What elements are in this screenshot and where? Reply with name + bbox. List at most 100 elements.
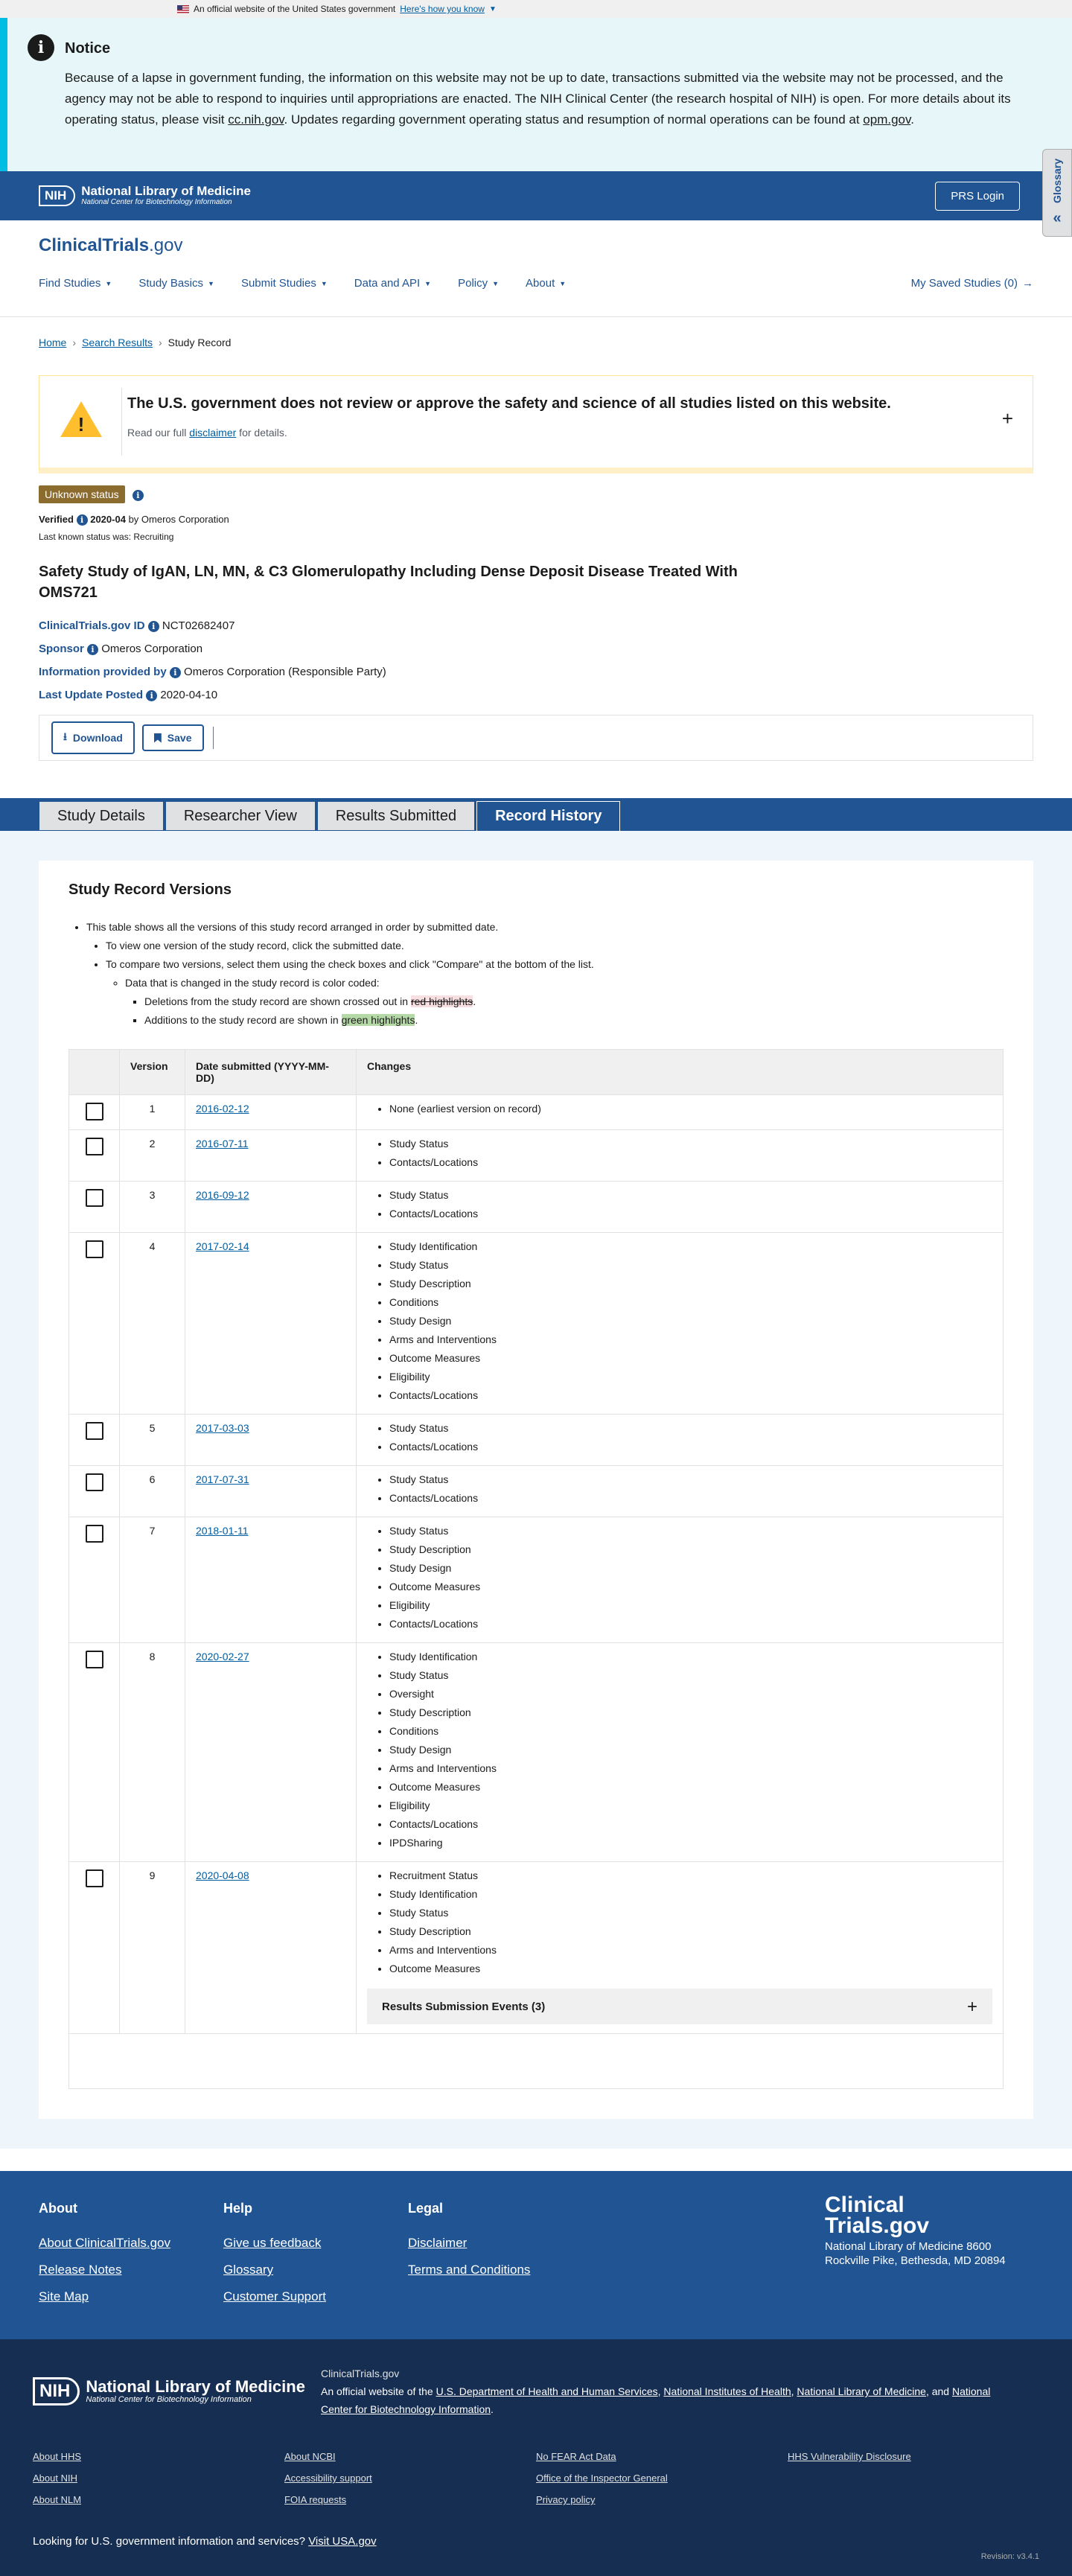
deletions-note: Deletions from the study record are show… — [144, 992, 1004, 1011]
footer-link[interactable]: Release Notes — [39, 2263, 223, 2277]
opm-link[interactable]: opm.gov — [863, 112, 910, 127]
version-date-link[interactable]: 2016-09-12 — [196, 1189, 249, 1201]
footer-link[interactable]: Site Map — [39, 2289, 223, 2304]
date-header: Date submitted (YYYY-MM-DD) — [185, 1049, 357, 1095]
download-button[interactable]: ⭳ Download — [51, 721, 135, 755]
version-checkbox[interactable] — [86, 1525, 103, 1543]
info-icon[interactable]: i — [87, 643, 99, 655]
version-date-link[interactable]: 2017-07-31 — [196, 1473, 249, 1485]
expand-plus-icon[interactable]: + — [1002, 407, 1013, 430]
nav-study-basics[interactable]: Study Basics ▼ — [138, 277, 214, 290]
change-item: Contacts/Locations — [389, 1438, 992, 1456]
footer-link[interactable]: HHS Vulnerability Disclosure — [788, 2451, 1039, 2462]
nav-data-api[interactable]: Data and API ▼ — [354, 277, 431, 290]
nlm-logo[interactable]: NIH National Library of Medicine Nationa… — [39, 185, 251, 207]
version-number: 7 — [119, 1517, 185, 1643]
nih-logo-mark: NIH — [33, 2377, 80, 2406]
tab-results-submitted[interactable]: Results Submitted — [316, 801, 476, 832]
record-intro: This table shows all the versions of thi… — [68, 918, 1004, 1030]
info-icon[interactable]: i — [147, 620, 159, 632]
footer-link[interactable]: About NCBI — [284, 2451, 536, 2462]
version-checkbox[interactable] — [86, 1138, 103, 1156]
us-flag-icon — [177, 4, 189, 13]
chevron-down-icon: ▼ — [105, 279, 112, 287]
version-date-link[interactable]: 2016-07-11 — [196, 1138, 249, 1150]
disclaimer-link[interactable]: disclaimer — [189, 427, 236, 439]
cc-nih-link[interactable]: cc.nih.gov — [228, 112, 284, 127]
breadcrumb-current: Study Record — [168, 337, 232, 348]
table-row: 6 2017-07-31 Study StatusContacts/Location… — [68, 1465, 1004, 1517]
hhs-link[interactable]: U.S. Department of Health and Human Serv… — [436, 2385, 658, 2397]
breadcrumb-home[interactable]: Home — [39, 337, 66, 348]
info-icon[interactable]: i — [169, 666, 181, 678]
nav-policy[interactable]: Policy ▼ — [458, 277, 499, 290]
footer-link[interactable]: Accessibility support — [284, 2473, 536, 2484]
nav-submit-studies[interactable]: Submit Studies ▼ — [241, 277, 328, 290]
nih-link[interactable]: National Institutes of Health — [663, 2385, 791, 2397]
results-submission-events[interactable]: Results Submission Events (3) + — [367, 1989, 992, 2025]
version-checkbox[interactable] — [86, 1473, 103, 1492]
tab-record-history[interactable]: Record History — [476, 801, 621, 832]
version-checkbox[interactable] — [86, 1869, 103, 1888]
glossary-label: Glossary — [1051, 158, 1063, 203]
glossary-tab[interactable]: Glossary « — [1042, 149, 1072, 237]
heres-how-you-know-link[interactable]: Here's how you know — [400, 4, 485, 14]
change-item: Outcome Measures — [389, 1349, 992, 1368]
version-date-link[interactable]: 2020-04-08 — [196, 1869, 249, 1881]
clinicaltrials-logo[interactable]: ClinicalTrials.gov — [39, 220, 1033, 256]
tab-researcher-view[interactable]: Researcher View — [165, 801, 316, 832]
footer-link[interactable]: About NIH — [33, 2473, 284, 2484]
footer-link[interactable]: Give us feedback — [223, 2236, 408, 2251]
change-item: Study Design — [389, 1559, 992, 1578]
tab-study-details[interactable]: Study Details — [39, 801, 164, 832]
version-checkbox[interactable] — [86, 1651, 103, 1669]
version-date-link[interactable]: 2017-03-03 — [196, 1422, 249, 1434]
save-button[interactable]: Save — [141, 724, 204, 752]
version-checkbox[interactable] — [86, 1240, 103, 1259]
chevron-down-icon: ▼ — [208, 279, 214, 287]
breadcrumb-search-results[interactable]: Search Results — [82, 337, 153, 348]
version-checkbox[interactable] — [86, 1422, 103, 1441]
footer-link[interactable]: Disclaimer — [408, 2236, 593, 2251]
info-icon[interactable]: i — [76, 514, 88, 526]
footer-link[interactable]: Terms and Conditions — [408, 2263, 593, 2277]
footer-nlm-logo[interactable]: NIH National Library of Medicine Nationa… — [33, 2365, 321, 2418]
footer-link[interactable]: About NLM — [33, 2494, 284, 2505]
version-checkbox[interactable] — [86, 1189, 103, 1208]
record-history-section: Study Record Versions This table shows a… — [0, 831, 1072, 2149]
footer-help: Help Give us feedback Glossary Customer … — [223, 2201, 408, 2309]
version-checkbox[interactable] — [86, 1103, 103, 1121]
info-icon[interactable]: i — [146, 689, 158, 701]
change-item: Contacts/Locations — [389, 1153, 992, 1172]
footer-link[interactable]: Customer Support — [223, 2289, 408, 2304]
nlm-link[interactable]: National Library of Medicine — [797, 2385, 926, 2397]
info-icon[interactable]: i — [132, 489, 144, 501]
record-card: Study Record Versions This table shows a… — [39, 861, 1033, 2120]
version-date-link[interactable]: 2016-02-12 — [196, 1103, 249, 1115]
nav-find-studies[interactable]: Find Studies ▼ — [39, 277, 112, 290]
my-saved-studies-link[interactable]: My Saved Studies (0) → — [911, 277, 1033, 290]
footer-link[interactable]: No FEAR Act Data — [536, 2451, 788, 2462]
footer-link[interactable]: About HHS — [33, 2451, 284, 2462]
nav-about[interactable]: About ▼ — [526, 277, 566, 290]
verified-line: Verified i 2020-04 by Omeros Corporation — [39, 514, 229, 526]
change-item: Study Status — [389, 1470, 992, 1489]
footer-link[interactable]: About ClinicalTrials.gov — [39, 2236, 223, 2251]
intro-line: To view one version of the study record,… — [106, 937, 1004, 955]
footer-logo[interactable]: Clinical Trials.gov — [825, 2194, 1018, 2237]
prs-login-button[interactable]: PRS Login — [935, 181, 1020, 211]
version-date-link[interactable]: 2018-01-11 — [196, 1525, 249, 1537]
footer-link[interactable]: Glossary — [223, 2263, 408, 2277]
footer-link[interactable]: Office of the Inspector General — [536, 2473, 788, 2484]
version-date-link[interactable]: 2017-02-14 — [196, 1240, 249, 1252]
usa-gov-line: Looking for U.S. government information … — [33, 2535, 377, 2548]
intro-line: To compare two versions, select them usi… — [106, 955, 1004, 974]
change-item: Arms and Interventions — [389, 1759, 992, 1778]
footer-link[interactable]: FOIA requests — [284, 2494, 536, 2505]
change-item: Contacts/Locations — [389, 1205, 992, 1223]
usa-gov-link[interactable]: Visit USA.gov — [308, 2535, 376, 2548]
footer-address: National Library of Medicine 8600 Rockvi… — [825, 2240, 1006, 2268]
footer-link[interactable]: Privacy policy — [536, 2494, 788, 2505]
change-item: IPDSharing — [389, 1834, 992, 1852]
version-date-link[interactable]: 2020-02-27 — [196, 1651, 249, 1662]
